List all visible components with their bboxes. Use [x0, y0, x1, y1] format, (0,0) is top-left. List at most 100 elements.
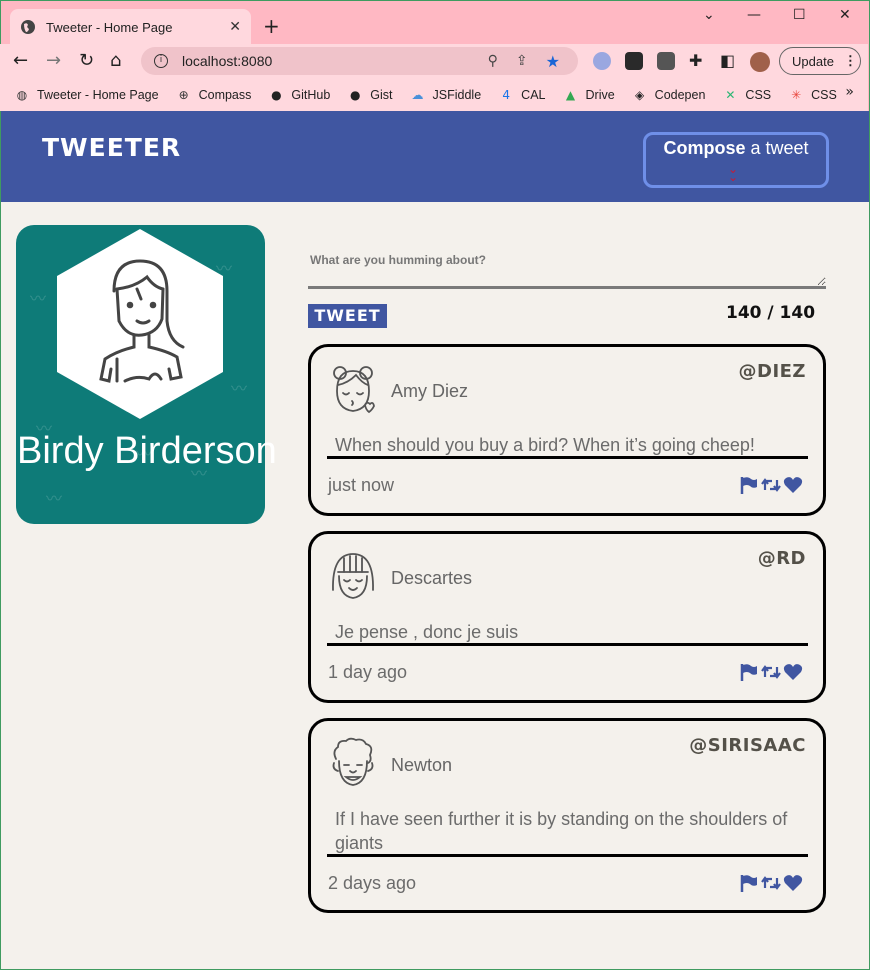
bird-pattern-icon: 〰: [30, 289, 47, 308]
extensions-puzzle-icon[interactable]: ✚: [689, 50, 702, 72]
bookmark-label: Compass: [198, 87, 252, 102]
tweet-timestamp: 1 day ago: [328, 662, 408, 682]
tweet-card: Amy Diez @DIEZ When should you buy a bir…: [308, 344, 826, 516]
css-x-icon: ✕: [725, 87, 736, 102]
url-text[interactable]: localhost:8080: [182, 53, 488, 69]
extension-window-icon[interactable]: [657, 52, 675, 70]
tweet-handle[interactable]: @RD: [758, 548, 806, 569]
bookmark-item[interactable]: 4 CAL: [498, 87, 545, 103]
bookmark-label: Codepen: [654, 87, 706, 102]
tweet-actions: [737, 475, 803, 495]
site-info-icon[interactable]: i: [154, 54, 168, 68]
tweet-card: Descartes @RD Je pense , donc je suis 1 …: [308, 531, 826, 703]
tweet-divider: [327, 854, 808, 857]
tweet-timestamp: 2 days ago: [328, 873, 417, 893]
reload-icon[interactable]: ↻: [79, 50, 94, 72]
flag-icon[interactable]: [739, 475, 759, 495]
close-window-icon[interactable]: ✕: [839, 7, 851, 23]
flag-icon[interactable]: [739, 873, 759, 893]
bookmark-label: CAL: [521, 87, 546, 102]
bird-pattern-icon: 〰: [46, 489, 63, 508]
bookmark-item[interactable]: ✳ CSS: [788, 87, 837, 103]
bookmark-label: Drive: [585, 87, 615, 102]
profile-avatar[interactable]: [750, 52, 770, 72]
bird-pattern-icon: 〰: [231, 379, 248, 398]
tweet-handle[interactable]: @DIEZ: [739, 361, 807, 382]
close-tab-icon[interactable]: ✕: [229, 19, 241, 35]
girl-pigtails-avatar-icon: [333, 366, 375, 414]
bookmark-item[interactable]: ▲ Drive: [563, 87, 615, 103]
retweet-icon[interactable]: [761, 873, 781, 893]
tweet-actions: [737, 873, 803, 893]
bookmark-label: Tweeter - Home Page: [37, 87, 159, 102]
tweet-card: Newton @SIRISAAC If I have seen further …: [308, 718, 826, 913]
bookmark-item[interactable]: ◈ Codepen: [632, 87, 706, 103]
flag-icon[interactable]: [739, 662, 759, 682]
codepen-icon: ◈: [635, 87, 645, 102]
compose-tweet-button[interactable]: Compose a tweet ⌄ ⌄: [643, 132, 829, 188]
bookmark-item[interactable]: ✕ CSS: [722, 87, 771, 103]
tweet-content: Je pense , donc je suis: [335, 622, 519, 642]
back-icon[interactable]: ←: [13, 50, 28, 72]
home-icon[interactable]: ⌂: [110, 50, 121, 72]
retweet-icon[interactable]: [761, 475, 781, 495]
compose-prompt-label: What are you humming about?: [310, 253, 486, 267]
bookmark-item[interactable]: ◍ Tweeter - Home Page: [14, 87, 159, 103]
compose-label-bold: Compose: [663, 138, 746, 158]
tweet-content: When should you buy a bird? When it’s go…: [335, 435, 755, 455]
extension-color-icon[interactable]: [625, 52, 643, 70]
github-icon: ●: [271, 87, 282, 102]
side-panel-icon[interactable]: ◧: [720, 50, 735, 72]
update-button[interactable]: Update ⋮: [779, 47, 861, 75]
bookmark-label: CSS: [745, 87, 772, 102]
tweet-divider: [327, 643, 808, 646]
bookmark-item[interactable]: ● GitHub: [268, 87, 330, 103]
new-tab-button[interactable]: +: [263, 14, 280, 38]
forward-icon[interactable]: →: [46, 50, 61, 72]
share-icon[interactable]: ⇪: [516, 53, 528, 69]
update-label: Update: [792, 53, 834, 69]
brand-logo[interactable]: TWEETER: [42, 133, 181, 162]
maximize-icon[interactable]: ☐: [793, 7, 806, 23]
profile-avatar-icon: [57, 229, 223, 419]
heart-icon[interactable]: [783, 873, 803, 893]
girl-bangs-avatar-icon: [332, 553, 374, 599]
bookmark-item[interactable]: ☁ JSFiddle: [410, 87, 482, 103]
tab-search-icon[interactable]: ⌄: [703, 7, 715, 23]
bookmark-label: Gist: [370, 87, 393, 102]
tweet-text-input[interactable]: [308, 272, 826, 289]
curly-man-avatar-icon: [332, 737, 374, 786]
calendar-icon: 4: [502, 87, 510, 102]
browser-tab[interactable]: Tweeter - Home Page ✕: [10, 9, 251, 45]
menu-kebab-icon[interactable]: ⋮: [844, 53, 857, 69]
bookmark-label: GitHub: [291, 87, 331, 102]
bookmarks-bar: ◍ Tweeter - Home Page ⊕ Compass ● GitHub ● Gist…: [0, 78, 868, 111]
jsfiddle-icon: ☁: [411, 87, 424, 102]
bookmark-star-icon[interactable]: ★: [546, 52, 560, 71]
extension-mo-icon[interactable]: [593, 52, 611, 70]
double-chevron-down-icon: ⌄ ⌄: [728, 162, 739, 184]
more-bookmarks-icon[interactable]: »: [845, 84, 854, 100]
tweet-submit-button[interactable]: TWEET: [308, 304, 387, 328]
tweet-author-name: Amy Diez: [391, 381, 469, 401]
tweet-content: If I have seen further it is by standing…: [335, 809, 788, 853]
bookmark-item[interactable]: ● Gist: [347, 87, 392, 103]
bookmark-label: CSS: [811, 87, 837, 102]
tweet-author-name: Newton: [391, 755, 453, 775]
profile-name: Birdy Birderson: [17, 430, 277, 472]
character-counter: 140 / 140: [726, 303, 816, 323]
address-bar[interactable]: i localhost:8080 ⚲ ⇪ ★: [141, 47, 578, 75]
css-star-icon: ✳: [791, 87, 802, 102]
tab-title: Tweeter - Home Page: [46, 19, 173, 35]
drive-icon: ▲: [565, 87, 576, 102]
minimize-icon[interactable]: —: [747, 7, 761, 23]
retweet-icon[interactable]: [761, 662, 781, 682]
heart-icon[interactable]: [783, 475, 803, 495]
compose-label-rest: a tweet: [745, 138, 809, 158]
tweet-actions: [737, 662, 803, 682]
bookmark-item[interactable]: ⊕ Compass: [176, 87, 252, 103]
tweet-handle[interactable]: @SIRISAAC: [689, 735, 806, 756]
zoom-icon[interactable]: ⚲: [488, 53, 498, 69]
heart-icon[interactable]: [783, 662, 803, 682]
tweet-divider: [327, 456, 808, 459]
